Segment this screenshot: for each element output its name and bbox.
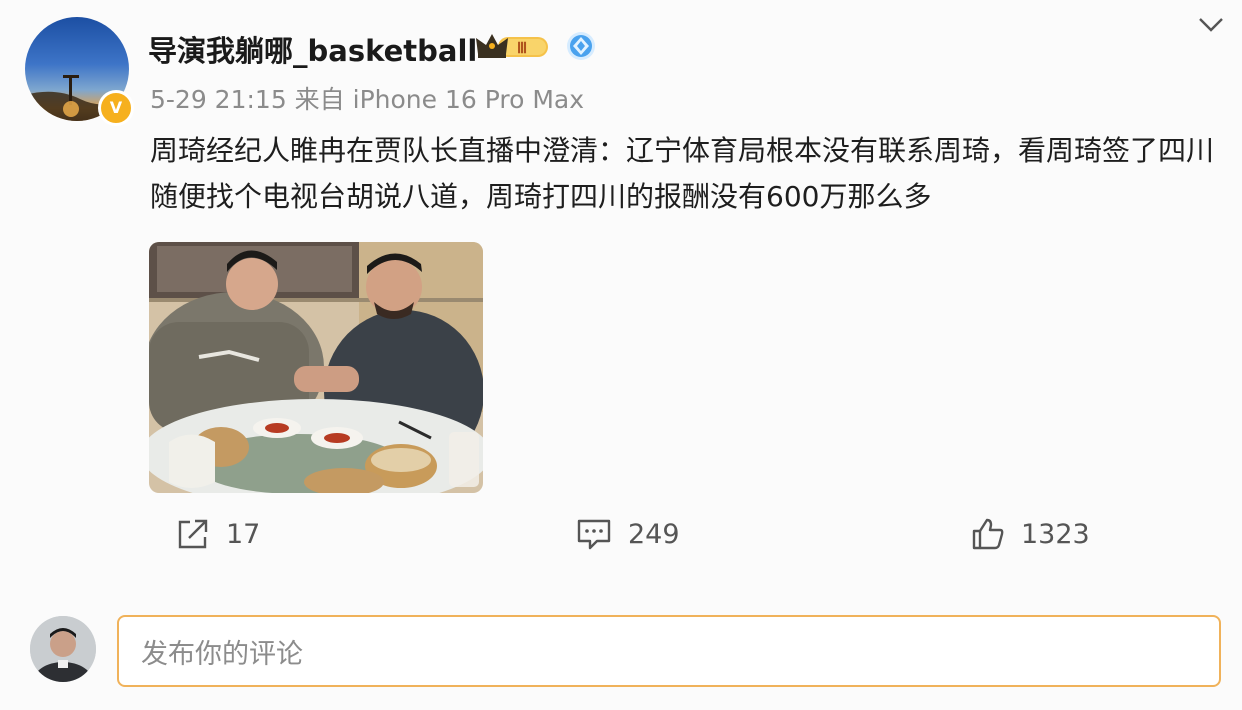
comment-icon <box>577 519 611 550</box>
comment-input-placeholder: 发布你的评论 <box>141 638 303 670</box>
share-action[interactable]: 17 <box>176 512 260 556</box>
post-content: 周琦经纪人睢冉在贾队长直播中澄清：辽宁体育局根本没有联系周琦，看周琦签了四川随便… <box>150 134 1215 213</box>
blue-diamond-badge-icon[interactable] <box>566 31 596 61</box>
share-count: 17 <box>226 518 261 550</box>
crown-badge-icon[interactable]: Ⅲ <box>474 30 554 62</box>
weibo-post: V 导演我躺哪_basketball Ⅲ 5-29 21:15 来自 iPhon… <box>0 0 1242 600</box>
like-count: 1323 <box>1021 518 1090 550</box>
share-icon <box>178 519 208 549</box>
comment-input[interactable]: 发布你的评论 <box>117 615 1221 687</box>
verified-badge: V <box>98 90 134 126</box>
post-photo[interactable] <box>149 242 483 493</box>
comment-action[interactable]: 249 <box>576 512 680 556</box>
author-name[interactable]: 导演我躺哪_basketball <box>148 28 477 70</box>
level-badge-text: Ⅲ <box>517 41 527 57</box>
thumbs-up-icon <box>972 518 1004 550</box>
post-meta: 5-29 21:15 来自 iPhone 16 Pro Max <box>150 85 585 114</box>
current-user-avatar[interactable] <box>30 616 96 682</box>
like-action[interactable]: 1323 <box>971 512 1090 556</box>
chevron-down-icon[interactable] <box>1198 16 1224 34</box>
comment-count: 249 <box>628 518 680 550</box>
